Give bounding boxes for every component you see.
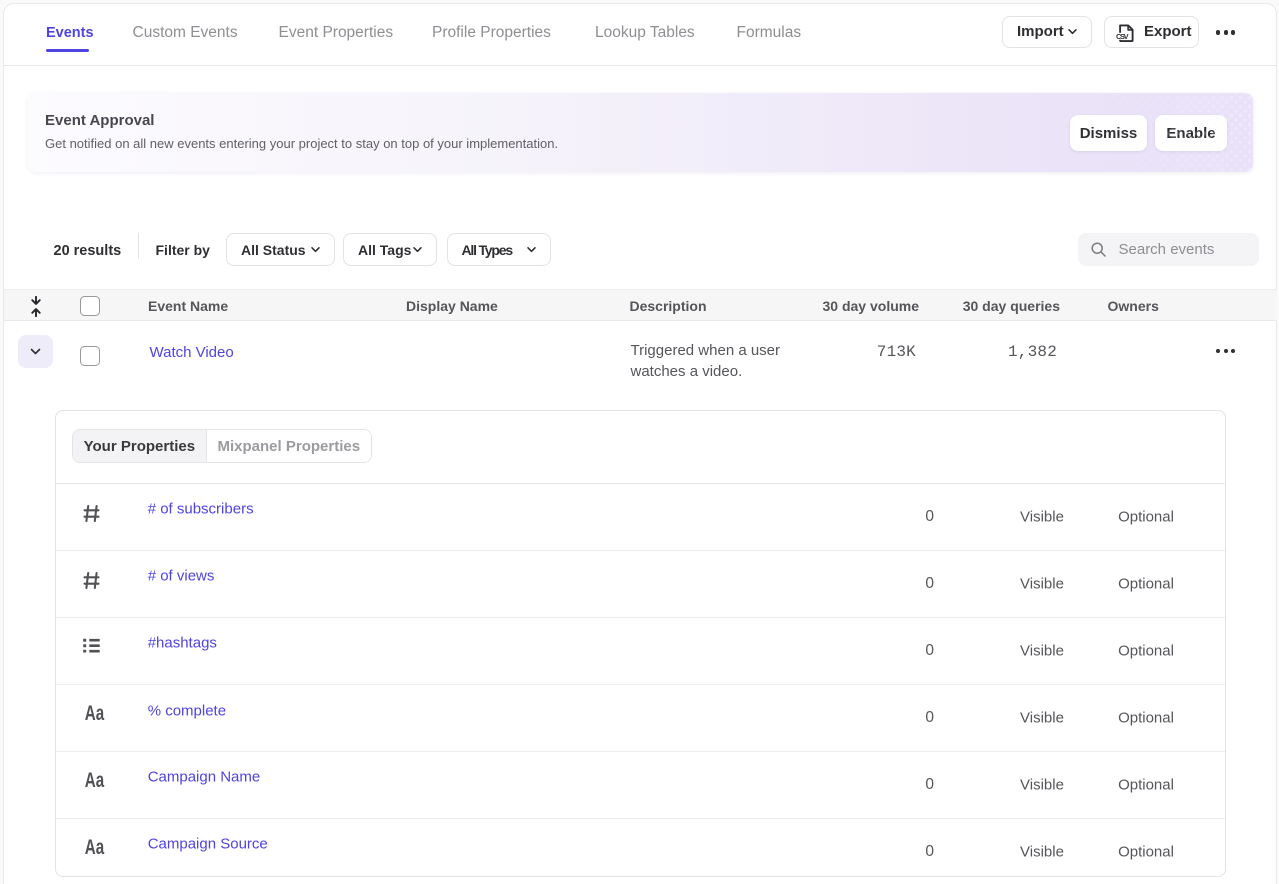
- svg-text:CSV: CSV: [1116, 32, 1129, 41]
